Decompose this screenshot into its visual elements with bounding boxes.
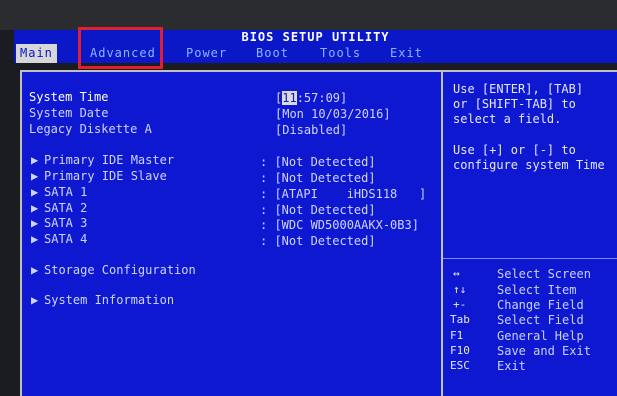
help-line: Use [ENTER], [TAB] [453,82,584,96]
system-time-value[interactable]: [11:57:09] [275,91,347,106]
system-information-item[interactable]: System Information [44,293,174,308]
plus-minus-icon: +- [453,298,467,311]
key-description: Save and Exit [497,344,591,358]
menu-boot[interactable]: Boot [256,44,289,63]
sata1-value: : [ATAPI iHDS118 ] [260,187,427,201]
legacy-diskette-value[interactable]: [Disabled] [275,123,347,138]
sata3-value: : [WDC WD5000AAKX-0B3] [260,218,419,232]
sata3-label[interactable]: SATA 3 [44,216,87,231]
submenu-arrow-icon: ▶ [31,232,39,246]
submenu-arrow-icon: ▶ [31,201,39,215]
help-panel: Use [ENTER], [TAB] or [SHIFT-TAB] to sel… [441,70,617,396]
help-line: select a field. [453,112,562,126]
settings-panel: System Time [11:57:09] System Date [Mon … [20,70,442,396]
sata2-label[interactable]: SATA 2 [44,201,87,216]
sata1-label[interactable]: SATA 1 [44,185,87,200]
menu-exit[interactable]: Exit [390,44,423,63]
annotation-highlight-box [78,27,163,69]
monitor-bezel [0,0,617,30]
submenu-arrow-icon: ▶ [31,293,39,307]
submenu-arrow-icon: ▶ [31,216,39,230]
help-divider [443,258,617,259]
submenu-arrow-icon: ▶ [31,169,39,183]
key-description: Change Field [497,298,584,312]
menu-main[interactable]: Main [16,44,57,63]
system-time-label[interactable]: System Time [29,90,108,105]
storage-configuration-item[interactable]: Storage Configuration [44,263,196,278]
primary-ide-master-label[interactable]: Primary IDE Master [44,153,174,168]
key-label: ESC [450,359,470,372]
submenu-arrow-icon: ▶ [31,263,39,277]
system-time-rest: :57:09] [296,91,348,105]
primary-ide-slave-value: : [Not Detected] [260,171,376,185]
submenu-arrow-icon: ▶ [31,185,39,199]
legacy-diskette-label[interactable]: Legacy Diskette A [29,122,152,137]
primary-ide-master-value: : [Not Detected] [260,155,376,169]
help-line: configure system Time [453,158,605,172]
menu-tools[interactable]: Tools [320,44,361,63]
key-description: Select Field [497,313,584,327]
key-label: Tab [450,313,470,326]
key-description: Exit [497,359,526,373]
system-time-hour[interactable]: 11 [282,91,297,105]
primary-ide-slave-label[interactable]: Primary IDE Slave [44,169,167,184]
system-date-value[interactable]: [Mon 10/03/2016] [275,107,391,122]
sata4-label[interactable]: SATA 4 [44,232,87,247]
left-right-arrows-icon: ↔ [453,267,460,280]
key-description: Select Item [497,283,577,297]
help-line: Use [+] or [-] to [453,143,576,157]
sata4-value: : [Not Detected] [260,234,376,248]
system-date-label[interactable]: System Date [29,106,108,121]
help-line: or [SHIFT-TAB] to [453,97,576,111]
key-description: Select Screen [497,267,591,281]
submenu-arrow-icon: ▶ [31,153,39,167]
up-down-arrows-icon: ↑↓ [453,283,467,296]
menu-power[interactable]: Power [186,44,227,63]
key-label: F10 [450,344,470,357]
key-label: F1 [450,329,464,342]
sata2-value: : [Not Detected] [260,203,376,217]
key-description: General Help [497,329,584,343]
